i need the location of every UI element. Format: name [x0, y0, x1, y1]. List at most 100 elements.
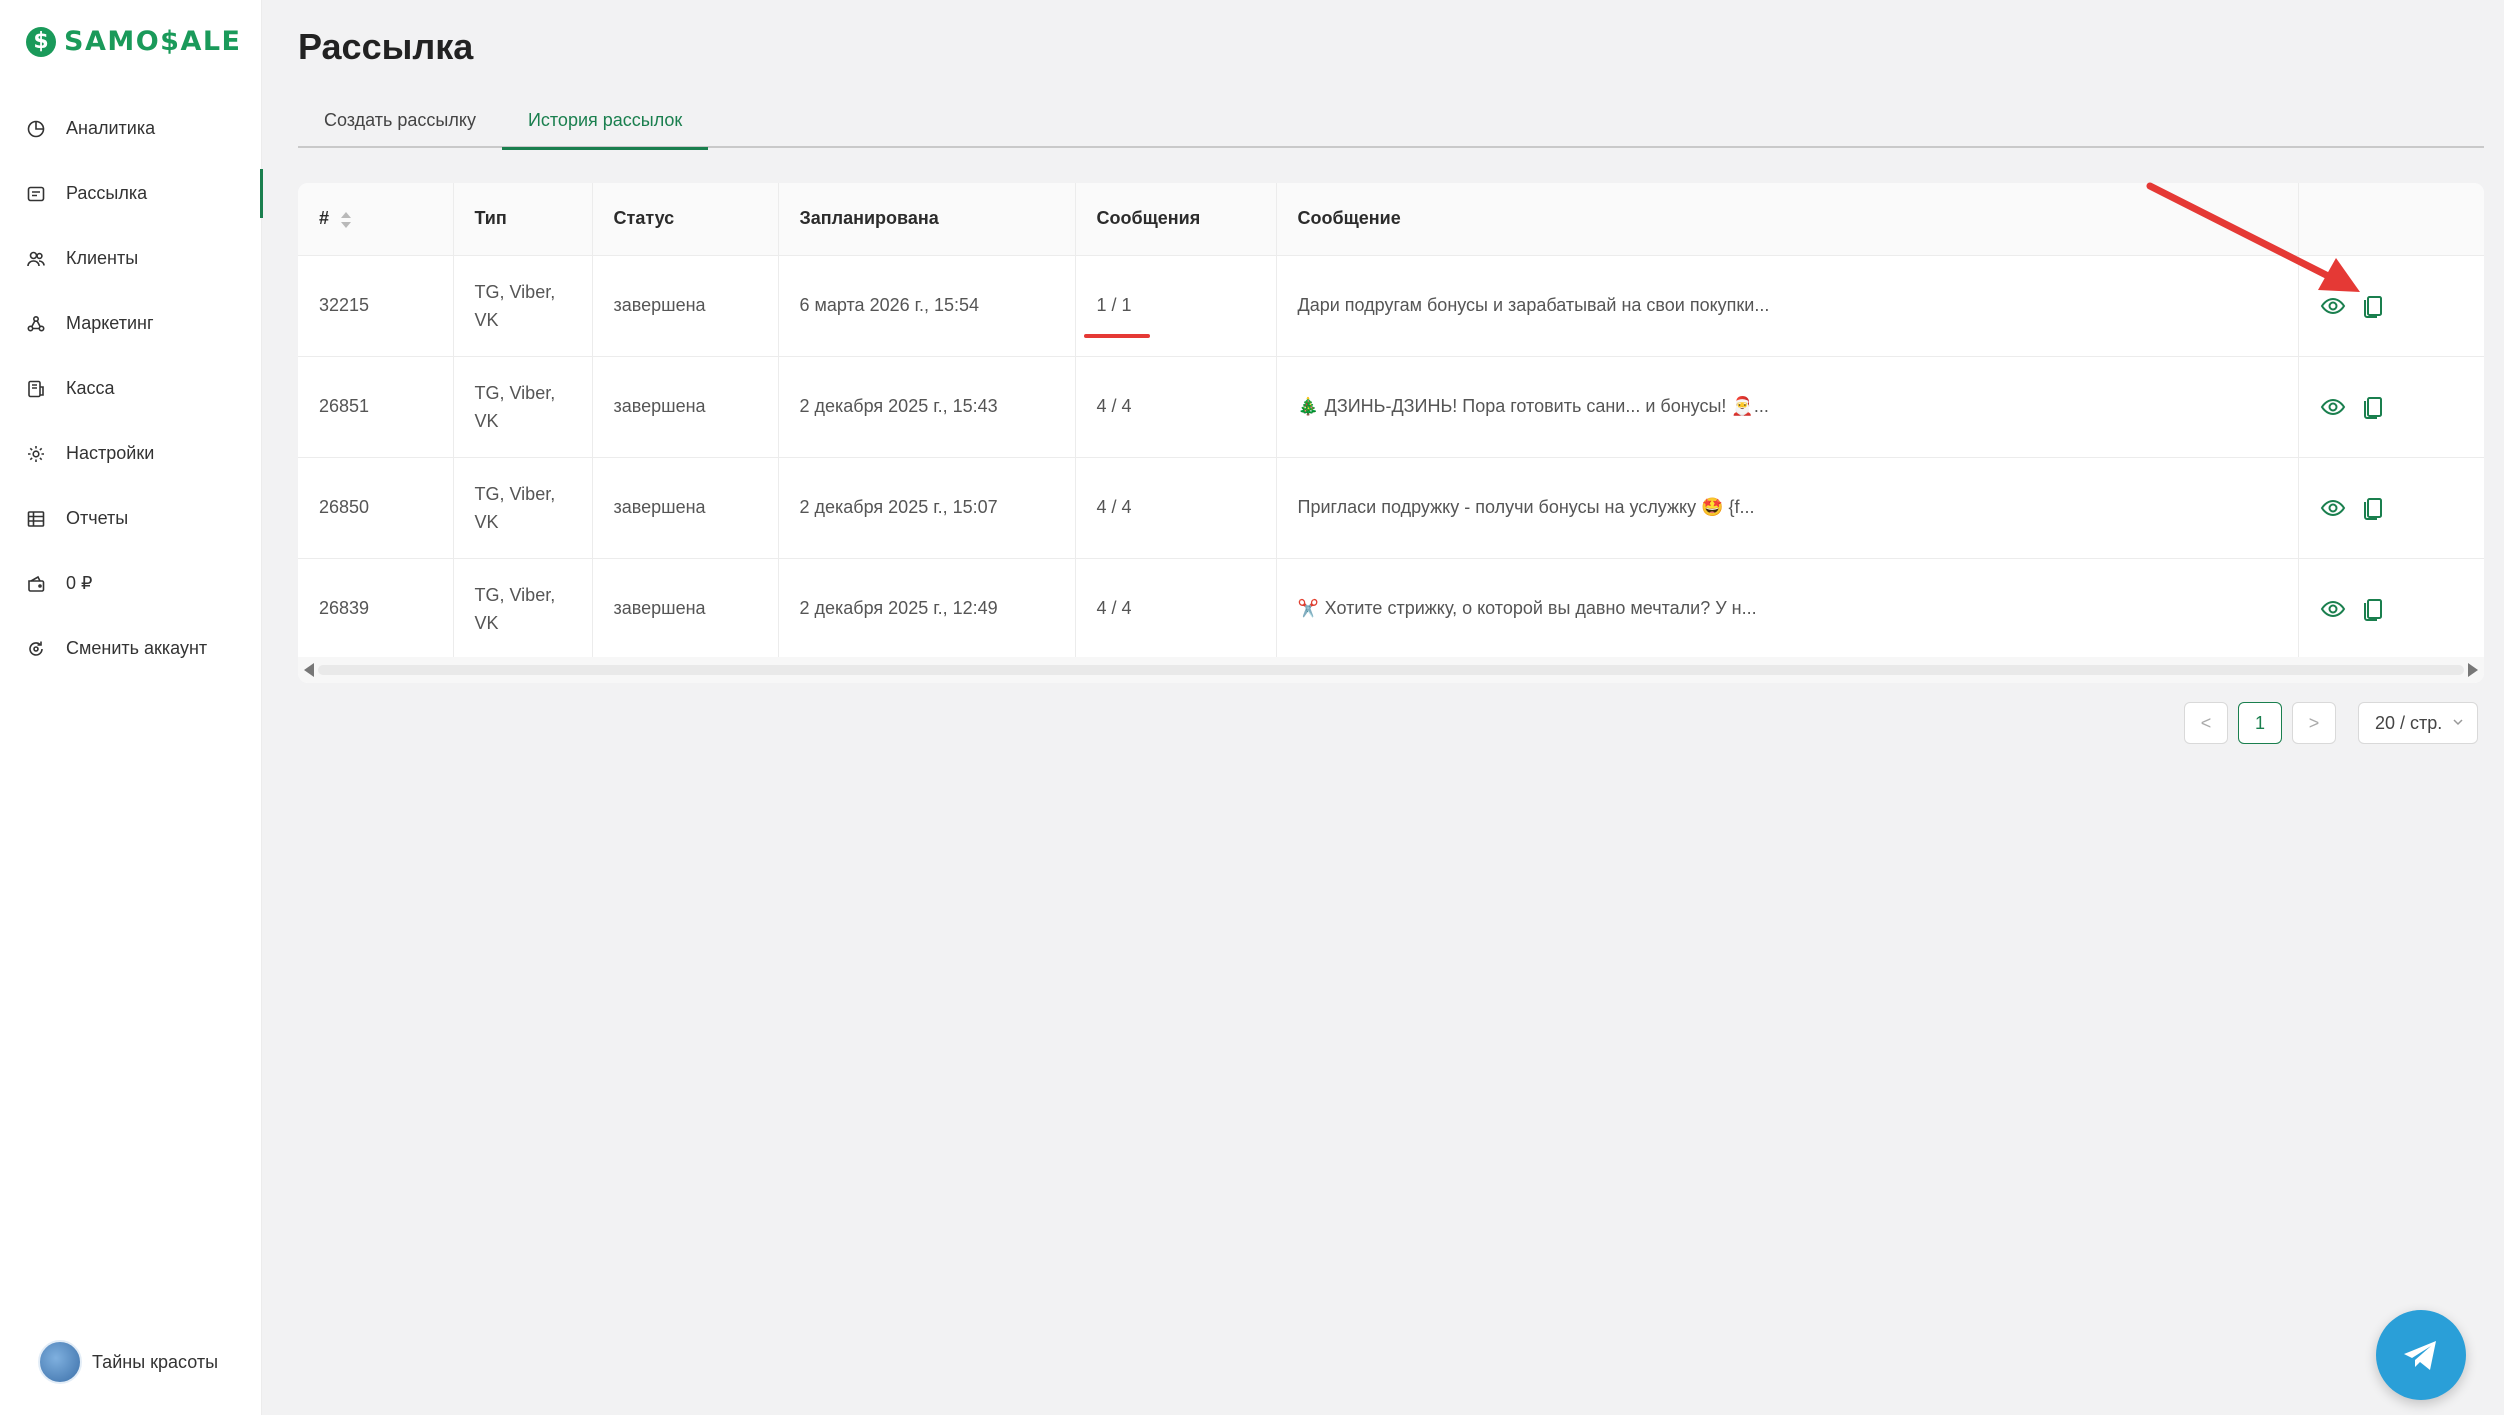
sidebar-item-analytics[interactable]: Аналитика: [0, 96, 262, 161]
tab-mailing-history[interactable]: История рассылок: [501, 92, 709, 150]
scrollbar-thumb[interactable]: [318, 665, 2464, 675]
copy-icon[interactable]: [2360, 394, 2386, 420]
sidebar-item-label: Касса: [66, 378, 115, 398]
mailing-history-table: # Тип Статус Запланирована Сообщения Соо…: [298, 183, 2484, 683]
cash-register-icon: [26, 379, 46, 399]
copy-icon[interactable]: [2360, 596, 2386, 622]
sidebar-item-settings[interactable]: Настройки: [0, 421, 262, 486]
page-number-button[interactable]: 1: [2238, 702, 2282, 744]
current-account[interactable]: Тайны красоты: [38, 1340, 218, 1384]
mail-icon: [26, 184, 46, 204]
cell-message: ✂️ Хотите стрижку, о которой вы давно меч…: [1276, 558, 2299, 660]
tree-emoji-icon: 🎄: [1297, 397, 1319, 416]
account-name: Тайны красоты: [92, 1351, 219, 1372]
sidebar-item-clients[interactable]: Клиенты: [0, 226, 262, 291]
marketing-icon: [26, 314, 46, 334]
sidebar-item-cash[interactable]: Касса: [0, 356, 262, 421]
cell-message: Дари подругам бонусы и зарабатывай на св…: [1276, 255, 2299, 357]
copy-icon[interactable]: [2360, 293, 2386, 319]
cell-scheduled: 6 марта 2026 г., 15:54: [778, 255, 1076, 357]
table-row: 26839 TG, Viber, VK завершена 2 декабря 2…: [298, 558, 2484, 660]
sidebar-item-label: Рассылка: [66, 183, 148, 203]
telegram-icon: [2404, 1341, 2436, 1370]
cell-status: завершена: [592, 457, 779, 559]
cell-type: TG, Viber, VK: [453, 255, 593, 357]
sidebar-item-label: Отчеты: [66, 508, 129, 528]
brand-name: SAMO$ALE: [64, 26, 242, 57]
logo-badge-icon: $: [26, 26, 56, 57]
cell-messages-count: 4 / 4: [1075, 457, 1277, 559]
tab-create-mailing[interactable]: Создать рассылку: [298, 92, 502, 148]
chevron-down-icon: [2451, 713, 2465, 734]
brand-logo[interactable]: $ SAMO$ALE: [26, 26, 242, 57]
cell-type: TG, Viber, VK: [453, 356, 593, 458]
next-page-button[interactable]: >: [2292, 702, 2336, 744]
page-size-value: 20 / стр.: [2375, 712, 2443, 733]
eye-icon[interactable]: [2320, 293, 2346, 319]
sidebar-item-mailing[interactable]: Рассылка: [0, 161, 263, 226]
cell-scheduled: 2 декабря 2025 г., 15:07: [778, 457, 1076, 559]
scroll-right-icon[interactable]: [2468, 663, 2478, 677]
table-row: 26850 TG, Viber, VK завершена 2 декабря 2…: [298, 457, 2484, 559]
column-header-scheduled: Запланирована: [778, 183, 1076, 256]
sidebar-item-marketing[interactable]: Маркетинг: [0, 291, 262, 356]
switch-account-icon: [26, 639, 46, 659]
cell-type: TG, Viber, VK: [453, 558, 593, 660]
wallet-icon: [26, 574, 46, 594]
prev-page-button[interactable]: <: [2184, 702, 2228, 744]
cell-scheduled: 2 декабря 2025 г., 15:43: [778, 356, 1076, 458]
column-header-type: Тип: [453, 183, 593, 256]
cell-actions: [2298, 356, 2484, 458]
scissors-emoji-icon: ✂️: [1297, 599, 1319, 618]
column-header-status: Статус: [592, 183, 779, 256]
cell-message: 🎄 ДЗИНЬ-ДЗИНЬ! Пора готовить сани... и бо…: [1276, 356, 2299, 458]
horizontal-scrollbar[interactable]: [298, 657, 2484, 683]
avatar: [38, 1340, 82, 1384]
sidebar-item-switch-account[interactable]: Сменить аккаунт: [0, 616, 262, 681]
page-title: Рассылка: [298, 26, 474, 67]
tabs-bar: Создать рассылку История рассылок: [298, 92, 2484, 150]
cell-id: 26839: [298, 558, 454, 660]
sidebar-item-label: Настройки: [66, 443, 155, 463]
cell-messages-count: 1 / 1: [1075, 255, 1277, 357]
cell-id: 26851: [298, 356, 454, 458]
copy-icon[interactable]: [2360, 495, 2386, 521]
cell-status: завершена: [592, 356, 779, 458]
table-header-row: # Тип Статус Запланирована Сообщения Соо…: [298, 183, 2484, 256]
users-icon: [26, 249, 46, 269]
table-row: 26851 TG, Viber, VK завершена 2 декабря 2…: [298, 356, 2484, 458]
cell-messages-count: 4 / 4: [1075, 558, 1277, 660]
column-header-messages-count: Сообщения: [1075, 183, 1277, 256]
sidebar-item-label: Сменить аккаунт: [66, 638, 208, 658]
eye-icon[interactable]: [2320, 394, 2346, 420]
table-icon: [26, 509, 46, 529]
sidebar-item-reports[interactable]: Отчеты: [0, 486, 262, 551]
cell-scheduled: 2 декабря 2025 г., 12:49: [778, 558, 1076, 660]
eye-icon[interactable]: [2320, 495, 2346, 521]
cell-messages-count: 4 / 4: [1075, 356, 1277, 458]
sort-icon[interactable]: [341, 211, 352, 229]
cell-actions: [2298, 457, 2484, 559]
sidebar-item-label: Аналитика: [66, 118, 156, 138]
cell-actions: [2298, 558, 2484, 660]
pie-chart-icon: [26, 119, 46, 139]
cell-type: TG, Viber, VK: [453, 457, 593, 559]
cell-status: завершена: [592, 558, 779, 660]
telegram-button[interactable]: [2376, 1310, 2466, 1400]
gear-icon: [26, 444, 46, 464]
sidebar-nav: Аналитика Рассылка Клиенты Маркетинг Кас…: [0, 96, 263, 681]
cell-status: завершена: [592, 255, 779, 357]
scroll-left-icon[interactable]: [304, 663, 314, 677]
eye-icon[interactable]: [2320, 596, 2346, 622]
sidebar-item-label: Клиенты: [66, 248, 139, 268]
sidebar-item-balance[interactable]: 0 ₽: [0, 551, 262, 616]
cell-actions: [2298, 255, 2484, 357]
pagination: < 1 > 20 / стр.: [2184, 702, 2478, 744]
column-header-id[interactable]: #: [298, 183, 454, 256]
cell-id: 32215: [298, 255, 454, 357]
table-row: 32215 TG, Viber, VK завершена 6 марта 202…: [298, 255, 2484, 357]
page-size-select[interactable]: 20 / стр.: [2358, 702, 2478, 744]
cell-message: Пригласи подружку - получи бонусы на усл…: [1276, 457, 2299, 559]
annotation-underline: [1083, 333, 1150, 338]
column-header-actions: [2298, 183, 2484, 256]
